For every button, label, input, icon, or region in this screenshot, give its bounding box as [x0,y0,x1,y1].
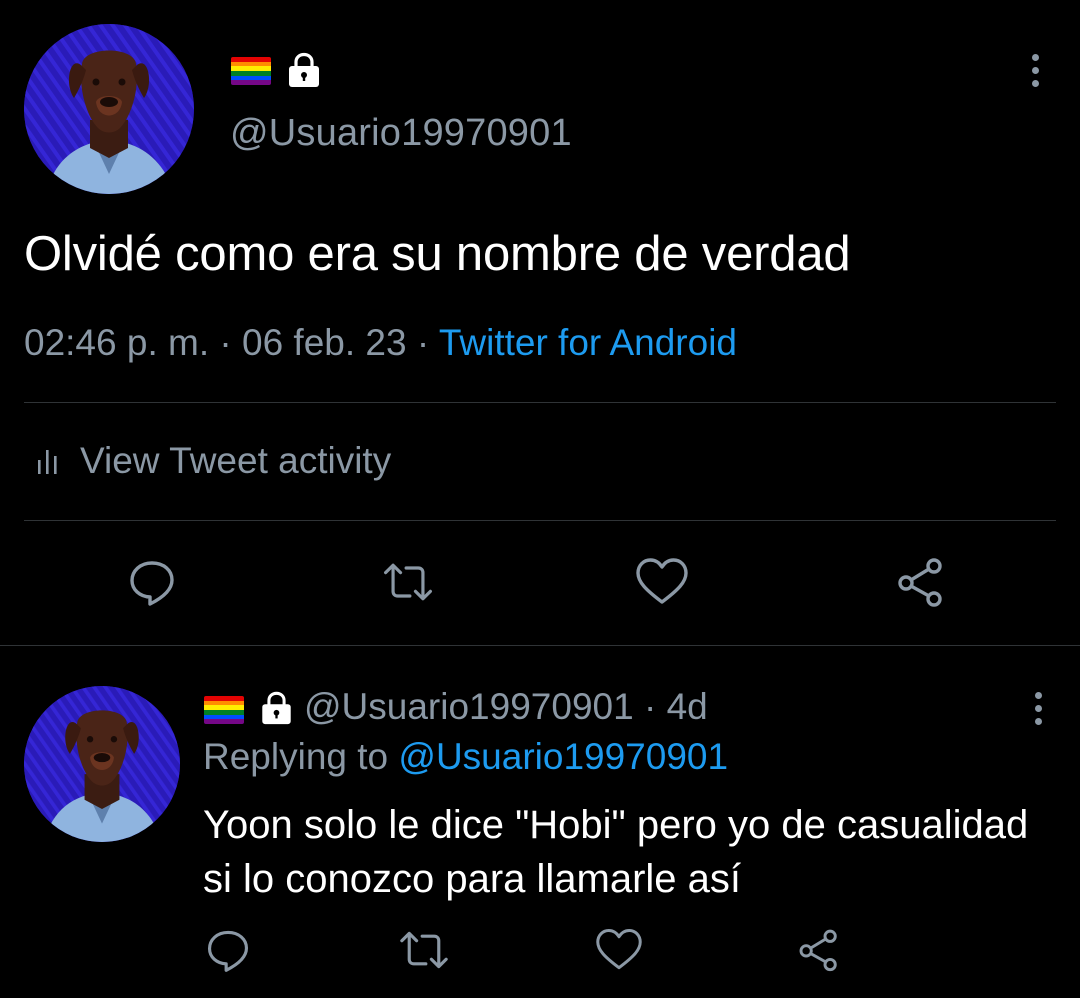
like-button[interactable] [634,554,690,610]
reply-text: Yoon solo le dice "Hobi" pero yo de casu… [203,803,1029,901]
retweet-button[interactable] [380,554,436,610]
lock-icon [289,52,319,87]
like-icon [596,929,642,970]
meta-separator: · [209,322,242,363]
meta-separator: · [633,686,667,727]
dog-portrait-image [24,686,180,842]
share-button[interactable] [893,554,949,610]
share-icon [898,558,942,607]
like-icon [636,558,688,604]
tweet-text: Olvidé como era su nombre de verdad [24,227,851,281]
dog-portrait-image [24,24,194,194]
tweet-meta: 02:46 p. m. · 06 feb. 23 · Twitter for A… [24,322,737,364]
tweet-date: 06 feb. 23 [242,322,407,363]
avatar[interactable] [24,24,194,194]
tweet-time: 02:46 p. m. [24,322,210,363]
user-handle[interactable]: @Usuario19970901 [304,686,634,727]
replying-to: Replying to @Usuario19970901 [203,736,728,778]
tweet-source-link[interactable]: Twitter for Android [439,322,737,363]
retweet-button[interactable] [396,922,452,978]
retweet-icon [400,931,448,969]
divider [0,645,1080,646]
retweet-icon [384,563,432,601]
user-handle[interactable]: @Usuario19970901 [230,112,572,155]
rainbow-flag-icon [231,57,271,85]
mention-link[interactable]: @Usuario19970901 [398,736,728,777]
divider [24,520,1056,521]
view-tweet-activity-link[interactable]: View Tweet activity [80,440,391,482]
avatar[interactable] [24,686,180,842]
reply-icon [207,930,249,972]
lock-icon [262,691,291,725]
share-icon [799,929,837,972]
analytics-icon[interactable] [36,446,62,476]
reply-button[interactable] [200,922,256,978]
more-options-icon[interactable] [1024,688,1052,736]
reply-button[interactable] [124,554,180,610]
divider [24,402,1056,403]
reply-icon [130,561,174,606]
reply-age: 4d [666,686,708,727]
replying-to-label: Replying to [203,736,399,777]
more-options-icon[interactable] [1020,50,1050,98]
share-button[interactable] [791,922,847,978]
rainbow-flag-icon [204,696,244,724]
reply-header: @Usuario19970901 · 4d [304,686,708,728]
like-button[interactable] [591,922,647,978]
meta-separator: · [406,322,439,363]
